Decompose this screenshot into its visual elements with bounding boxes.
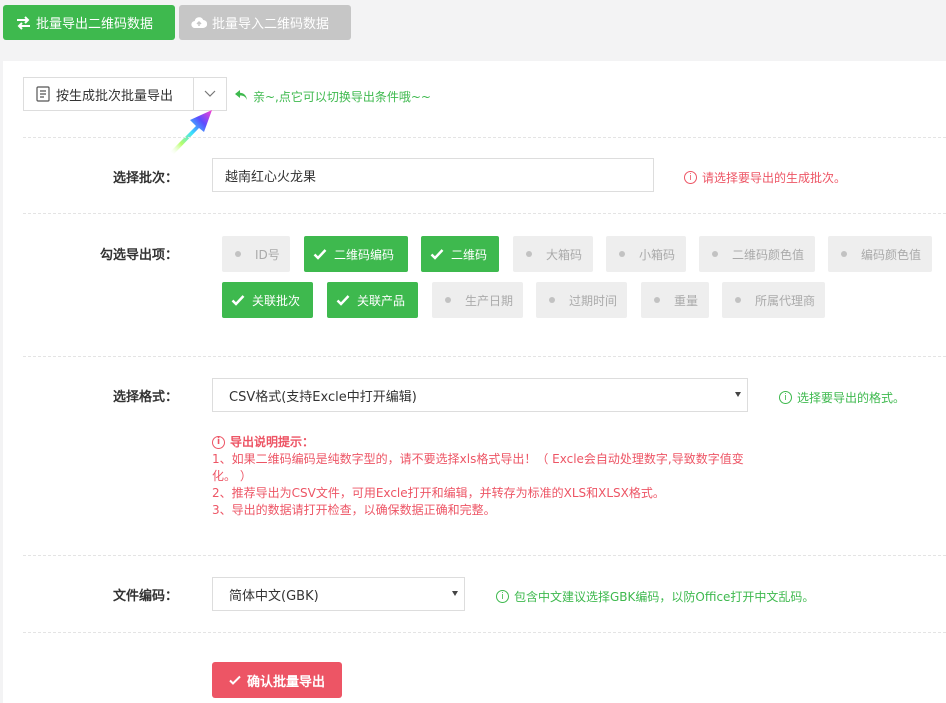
confirm-export-label: 确认批量导出 [246,674,325,690]
format-select[interactable]: CSV格式(支持Excle中打开编辑) [212,378,748,412]
caret-down-icon [735,392,741,397]
info-icon: i [684,171,697,184]
cloud-upload-icon [191,15,207,31]
field-option-label: ID号 [255,247,280,262]
field-option-label: 关联批次 [252,293,301,308]
encoding-hint: i 包含中文建议选择GBK编码，以防Office打开中文乱码。 [496,588,814,605]
batch-export-button[interactable]: 批量导出二维码数据 [3,5,175,40]
checkmark-icon [336,293,350,307]
format-hint-text: 选择要导出的格式。 [797,391,906,405]
export-note-line: 3、导出的数据请打开检查，以确保数据正确和完整。 [212,503,496,517]
format-select-value: CSV格式(支持Excle中打开编辑) [229,389,417,405]
batch-hint: i 请选择要导出的生成批次。 [684,169,846,186]
field-option-label: 生产日期 [465,293,514,308]
checkmark-icon [229,674,241,686]
field-option-label: 二维码颜色值 [732,247,805,262]
divider [23,356,946,358]
top-toolbar: 批量导出二维码数据 批量导入二维码数据 [0,0,946,48]
field-option-qrcode-color[interactable]: 二维码颜色值 [699,236,815,272]
info-icon: i [212,436,225,449]
export-notes-title: 导出说明提示： [230,435,315,449]
field-option-agent[interactable]: 所属代理商 [722,282,825,318]
checkmark-icon [231,293,245,307]
batch-label: 选择批次： [112,171,178,186]
export-notes-title-row: i 导出说明提示： [212,434,752,451]
field-option-label: 关联产品 [357,293,406,308]
dot-icon [526,251,532,257]
field-option-label: 二维码编码 [334,247,395,262]
batch-import-button[interactable]: 批量导入二维码数据 [179,5,351,40]
export-notes: i 导出说明提示： 1、如果二维码编码是纯数字型的，请不要选择xls格式导出！（… [212,434,752,519]
field-option-big-box[interactable]: 大箱码 [513,236,593,272]
field-option-linked-product[interactable]: 关联产品 [327,282,418,318]
divider [23,137,946,139]
encoding-hint-text: 包含中文建议选择GBK编码，以防Office打开中文乱码。 [514,590,815,604]
export-mode-tip-text: 亲~,点它可以切换导出条件哦~~ [253,90,431,104]
dot-icon [735,297,741,303]
field-option-id[interactable]: ID号 [222,236,290,272]
dot-icon [841,251,847,257]
field-option-label: 重量 [674,293,699,308]
field-option-label: 大箱码 [546,247,583,262]
export-mode-label: 按生成批次批量导出 [56,88,174,104]
dot-icon [712,251,718,257]
encoding-select-value: 简体中文(GBK) [229,588,319,604]
dot-icon [654,297,660,303]
checkmark-icon [430,247,444,261]
field-option-expiry-time[interactable]: 过期时间 [536,282,627,318]
field-option-label: 二维码 [451,247,488,262]
field-option-label: 所属代理商 [755,293,816,308]
field-option-qrcode[interactable]: 二维码 [421,236,499,272]
info-icon: i [779,391,792,404]
encoding-label: 文件编码： [112,589,178,604]
field-option-label: 小箱码 [639,247,676,262]
info-icon: i [496,590,509,603]
batch-import-label: 批量导入二维码数据 [212,17,330,32]
caret-down-icon [452,591,458,596]
export-note-line: 1、如果二维码编码是纯数字型的，请不要选择xls格式导出！（ Excle会自动处… [212,452,744,483]
export-mode-tip: 亲~,点它可以切换导出条件哦~~ [234,88,431,105]
field-option-label: 过期时间 [569,293,618,308]
field-option-qrcode-code[interactable]: 二维码编码 [304,236,408,272]
export-form-panel: 按生成批次批量导出 亲~,点它可以切换导出条件哦~~ 选择批次： 越南红心火龙果… [3,61,946,703]
divider [23,213,946,215]
confirm-export-button[interactable]: 确认批量导出 [212,662,342,698]
field-option-code-color[interactable]: 编码颜色值 [828,236,932,272]
batch-hint-text: 请选择要导出的生成批次。 [702,171,847,185]
field-option-linked-batch[interactable]: 关联批次 [222,282,313,318]
dot-icon [445,297,451,303]
checkmark-icon [313,247,327,261]
reply-arrow-icon [234,89,248,104]
document-icon [36,86,50,102]
export-note-line: 2、推荐导出为CSV文件，可用Excle打开和编辑，并转存为标准的XLS和XLS… [212,486,665,500]
field-option-weight[interactable]: 重量 [641,282,709,318]
dot-icon [619,251,625,257]
dot-icon [549,297,555,303]
exchange-icon [15,15,31,31]
batch-export-label: 批量导出二维码数据 [36,17,154,32]
divider [23,632,946,634]
format-label: 选择格式： [112,390,178,405]
batch-input[interactable]: 越南红心火龙果 [212,158,654,192]
divider [23,555,946,557]
format-hint: i 选择要导出的格式。 [779,389,905,406]
field-option-small-box[interactable]: 小箱码 [606,236,686,272]
fields-label: 勾选导出项： [99,248,178,263]
encoding-select[interactable]: 简体中文(GBK) [212,577,465,611]
field-option-production-date[interactable]: 生产日期 [432,282,523,318]
field-option-label: 编码颜色值 [861,247,922,262]
dot-icon [235,251,241,257]
pointer-cursor-icon [166,106,226,156]
